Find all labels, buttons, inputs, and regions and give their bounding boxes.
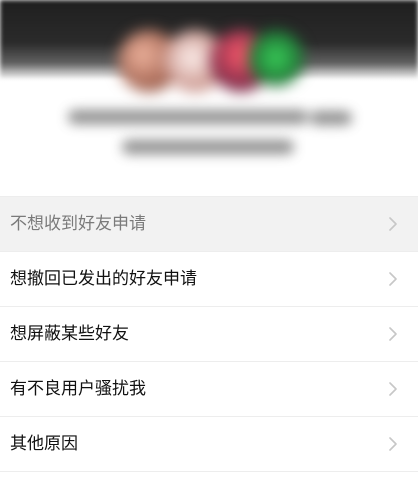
chevron-right-icon [386,272,400,286]
option-harassment[interactable]: 有不良用户骚扰我 [0,362,418,417]
blurred-avatar-group [118,26,304,96]
chevron-right-icon [386,382,400,396]
option-label: 想屏蔽某些好友 [10,324,129,344]
option-block-some-friends[interactable]: 想屏蔽某些好友 [0,307,418,362]
chevron-right-icon [386,437,400,451]
chevron-right-icon [386,217,400,231]
option-label: 有不良用户骚扰我 [10,379,146,399]
option-label: 不想收到好友申请 [10,214,146,234]
option-no-friend-requests[interactable]: 不想收到好友申请 [0,197,418,252]
blurred-text-line [310,111,352,125]
blurred-text-line [68,110,308,124]
avatar [248,30,304,86]
option-label: 其他原因 [10,434,78,454]
option-other-reason[interactable]: 其他原因 [0,417,418,472]
blurred-text-line [122,140,294,154]
friend-request-feedback-page: 不想收到好友申请 想撤回已发出的好友申请 想屏蔽某些好友 有不良用户骚扰我 其他… [0,0,418,486]
option-label: 想撤回已发出的好友申请 [10,269,197,289]
option-withdraw-sent-request[interactable]: 想撤回已发出的好友申请 [0,252,418,307]
reason-option-list: 不想收到好友申请 想撤回已发出的好友申请 想屏蔽某些好友 有不良用户骚扰我 其他… [0,196,418,472]
chevron-right-icon [386,327,400,341]
